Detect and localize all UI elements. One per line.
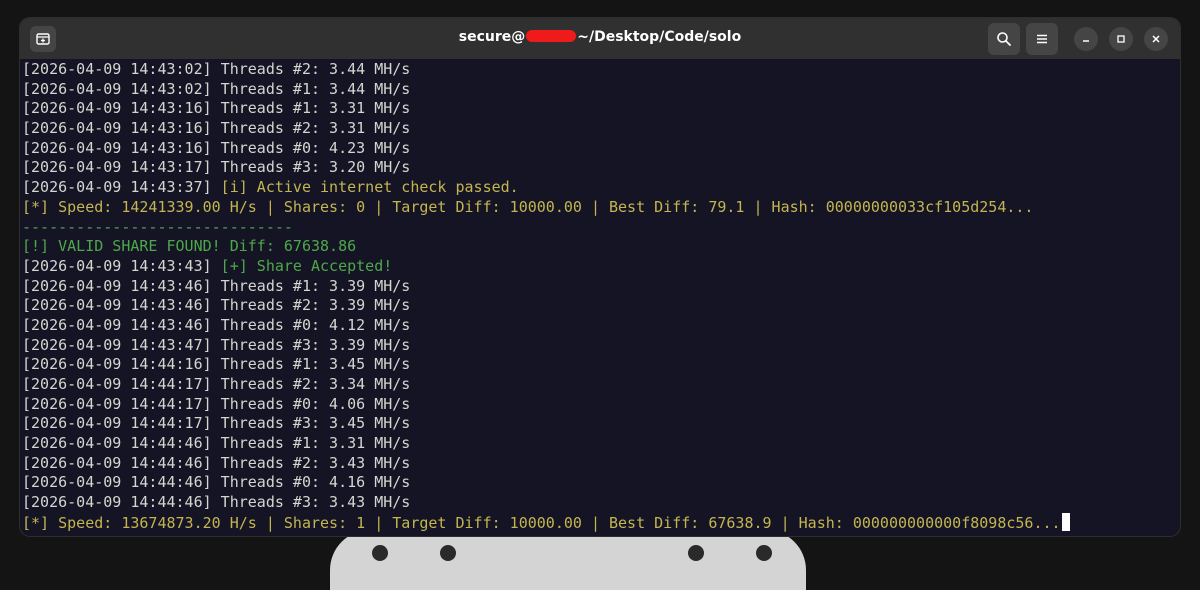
log-message: Threads #0: 4.12 MH/s	[211, 315, 411, 334]
terminal-line: [2026-04-09 14:43:17] Threads #3: 3.20 M…	[22, 158, 1172, 178]
log-message: Threads #0: 4.23 MH/s	[211, 138, 411, 157]
log-timestamp: [2026-04-09 14:44:46]	[22, 453, 212, 472]
log-message: Threads #2: 3.43 MH/s	[211, 453, 411, 472]
log-timestamp: [2026-04-09 14:43:02]	[22, 60, 212, 78]
hamburger-menu-icon	[1037, 34, 1047, 44]
terminal-line: [2026-04-09 14:43:46] Threads #1: 3.39 M…	[22, 277, 1172, 297]
log-timestamp: [2026-04-09 14:43:16]	[22, 99, 212, 118]
log-message: Threads #0: 4.06 MH/s	[211, 394, 411, 413]
terminal-line: [2026-04-09 14:43:02] Threads #1: 3.44 M…	[22, 80, 1172, 100]
terminal-line: [2026-04-09 14:43:02] Threads #2: 3.44 M…	[22, 60, 1172, 80]
title-prefix: secure@	[458, 29, 526, 45]
terminal-line: [2026-04-09 14:44:17] Threads #2: 3.34 M…	[22, 375, 1172, 395]
log-message: Threads #1: 3.45 MH/s	[211, 355, 411, 374]
log-message: Threads #3: 3.39 MH/s	[211, 335, 411, 354]
close-icon	[1152, 35, 1160, 43]
terminal-line: [2026-04-09 14:43:47] Threads #3: 3.39 M…	[22, 336, 1172, 356]
redaction-mark	[526, 30, 577, 42]
log-timestamp: [2026-04-09 14:43:02]	[22, 79, 212, 98]
terminal-line: [2026-04-09 14:43:43] [+] Share Accepted…	[22, 257, 1172, 277]
terminal-line: [!] VALID SHARE FOUND! Diff: 67638.86	[22, 237, 1172, 257]
title-path: ~/Desktop/Code/solo	[577, 29, 742, 45]
terminal-line: [2026-04-09 14:44:46] Threads #1: 3.31 M…	[22, 434, 1172, 454]
log-timestamp: [2026-04-09 14:43:16]	[22, 119, 212, 138]
log-timestamp: [2026-04-09 14:44:46]	[22, 493, 212, 512]
terminal-line: ------------------------------	[22, 218, 1172, 238]
terminal-cursor	[1061, 512, 1070, 531]
dock-hole	[688, 545, 704, 561]
menu-button[interactable]	[1026, 23, 1058, 55]
log-timestamp: [2026-04-09 14:43:17]	[22, 158, 212, 177]
terminal-line: [2026-04-09 14:43:16] Threads #1: 3.31 M…	[22, 99, 1172, 119]
log-timestamp: [2026-04-09 14:43:46]	[22, 276, 212, 295]
terminal-line: [2026-04-09 14:43:16] Threads #2: 3.31 M…	[22, 119, 1172, 139]
log-message: Threads #2: 3.31 MH/s	[211, 119, 411, 138]
log-timestamp: [2026-04-09 14:43:46]	[22, 315, 212, 334]
terminal-line: [2026-04-09 14:44:17] Threads #3: 3.45 M…	[22, 414, 1172, 434]
log-message: Threads #1: 3.39 MH/s	[211, 276, 411, 295]
terminal-line: [2026-04-09 14:43:46] Threads #0: 4.12 M…	[22, 316, 1172, 336]
log-timestamp: [2026-04-09 14:44:46]	[22, 434, 212, 453]
log-timestamp: [2026-04-09 14:43:46]	[22, 296, 212, 315]
log-message: Threads #3: 3.20 MH/s	[211, 158, 411, 177]
terminal-line: [2026-04-09 14:44:46] Threads #2: 3.43 M…	[22, 454, 1172, 474]
dock-hole	[756, 545, 772, 561]
log-message: [*] Speed: 14241339.00 H/s | Shares: 0 |…	[22, 197, 1034, 216]
log-timestamp: [2026-04-09 14:44:17]	[22, 394, 212, 413]
log-message: Threads #3: 3.43 MH/s	[211, 493, 411, 512]
log-message: [!] VALID SHARE FOUND! Diff: 67638.86	[22, 237, 357, 256]
search-icon	[997, 32, 1011, 46]
dock-hole	[372, 545, 388, 561]
log-message: [+] Share Accepted!	[211, 256, 393, 275]
log-message: Threads #2: 3.44 MH/s	[211, 60, 411, 78]
terminal-line: [*] Speed: 13674873.20 H/s | Shares: 1 |…	[22, 512, 1172, 533]
log-timestamp: [2026-04-09 14:43:47]	[22, 335, 212, 354]
terminal-line: [2026-04-09 14:44:17] Threads #0: 4.06 M…	[22, 395, 1172, 415]
log-message: [*] Speed: 13674873.20 H/s | Shares: 1 |…	[22, 513, 1061, 532]
log-timestamp: [2026-04-09 14:44:17]	[22, 414, 212, 433]
log-message: Threads #3: 3.45 MH/s	[211, 414, 411, 433]
log-timestamp: [2026-04-09 14:44:46]	[22, 473, 212, 492]
log-timestamp: [2026-04-09 14:43:16]	[22, 138, 212, 157]
log-timestamp: [2026-04-09 14:44:17]	[22, 375, 212, 393]
log-timestamp: [2026-04-09 14:43:37]	[22, 178, 212, 197]
title-bar[interactable]: secure@ ~/Desktop/Code/solo	[20, 18, 1180, 59]
terminal-line: [2026-04-09 14:43:46] Threads #2: 3.39 M…	[22, 296, 1172, 316]
close-button[interactable]	[1144, 27, 1168, 51]
maximize-icon	[1117, 35, 1125, 43]
minimize-button[interactable]	[1074, 27, 1098, 51]
terminal-window: secure@ ~/Desktop/Code/solo [2026-04-09 …	[20, 18, 1180, 536]
terminal-line: [*] Speed: 14241339.00 H/s | Shares: 0 |…	[22, 198, 1172, 218]
terminal-output[interactable]: [2026-04-09 14:43:02] Threads #2: 3.44 M…	[22, 60, 1172, 536]
minimize-icon	[1083, 40, 1089, 42]
log-timestamp: [2026-04-09 14:44:16]	[22, 355, 212, 374]
log-timestamp: [2026-04-09 14:43:43]	[22, 256, 212, 275]
terminal-line: [2026-04-09 14:43:37] [i] Active interne…	[22, 178, 1172, 198]
search-button[interactable]	[988, 23, 1020, 55]
log-message: Threads #2: 3.39 MH/s	[211, 296, 411, 315]
log-message: Threads #1: 3.44 MH/s	[211, 79, 411, 98]
maximize-button[interactable]	[1109, 27, 1133, 51]
desktop-dock-background	[330, 530, 806, 590]
terminal-line: [2026-04-09 14:44:46] Threads #0: 4.16 M…	[22, 473, 1172, 493]
terminal-line: [2026-04-09 14:43:16] Threads #0: 4.23 M…	[22, 139, 1172, 159]
log-message: Threads #1: 3.31 MH/s	[211, 434, 411, 453]
terminal-line: [2026-04-09 14:44:46] Threads #3: 3.43 M…	[22, 493, 1172, 513]
log-message: Threads #0: 4.16 MH/s	[211, 473, 411, 492]
terminal-line: [2026-04-09 14:44:16] Threads #1: 3.45 M…	[22, 355, 1172, 375]
log-message: Threads #1: 3.31 MH/s	[211, 99, 411, 118]
dock-hole	[440, 545, 456, 561]
log-message: Threads #2: 3.34 MH/s	[211, 375, 411, 393]
log-message: [i] Active internet check passed.	[211, 178, 519, 197]
log-message: ------------------------------	[22, 217, 293, 236]
